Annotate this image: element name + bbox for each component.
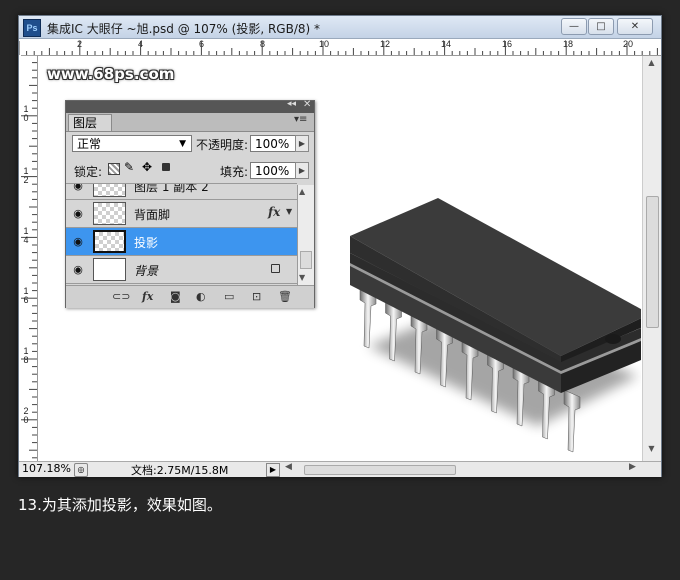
close-panel-icon[interactable]: ✕ — [303, 99, 311, 110]
ruler-ticks — [19, 41, 658, 55]
lock-transparency-icon[interactable] — [108, 163, 120, 175]
title-bar[interactable]: Ps 集成IC 大眼仔 ~旭.psd @ 107% (投影, RGB/8) * … — [19, 16, 661, 39]
watermark-logo: www.68ps.com — [47, 65, 175, 83]
lock-all-icon[interactable] — [162, 163, 170, 171]
layers-bottom-toolbar: ⊂⊃ fx ◙ ◐ ▭ ⊡ 🗑 — [66, 285, 314, 308]
layer-row[interactable]: ◉ 图层 1 副本 2 — [66, 183, 297, 200]
minimize-button[interactable]: — — [561, 18, 587, 35]
fill-label: 填充: — [220, 165, 249, 179]
visibility-eye-icon[interactable]: ◉ — [69, 204, 87, 224]
panel-tab-bar: 图层 ▾≡ — [66, 113, 314, 132]
panel-menu-icon[interactable]: ▾≡ — [294, 114, 307, 125]
vertical-ruler[interactable]: 10 12 14 16 18 20 — [19, 55, 38, 461]
scroll-down-arrow-icon[interactable]: ▼ — [645, 444, 658, 457]
layers-scrollbar[interactable]: ▲ ▼ — [297, 185, 314, 285]
delete-layer-trash-icon[interactable]: 🗑 — [278, 290, 292, 304]
layer-thumbnail — [93, 258, 126, 281]
opacity-input[interactable]: 100% — [250, 135, 296, 152]
scroll-up-arrow-icon[interactable]: ▲ — [299, 187, 305, 196]
collapse-panel-icon[interactable]: ◂◂ — [287, 99, 296, 109]
opacity-slider-arrow-icon[interactable]: ▶ — [295, 135, 309, 152]
scroll-up-arrow-icon[interactable]: ▲ — [645, 58, 658, 71]
add-style-fx-icon[interactable]: fx — [142, 290, 153, 304]
layers-list: ◉ 图层 1 副本 2 ◉ 背面脚 fx ▼ ◉ 投影 ◉ 背景 — [66, 183, 297, 286]
lock-image-brush-icon[interactable]: ✎ — [124, 160, 134, 174]
expand-effects-chevron-icon[interactable]: ▼ — [286, 207, 292, 216]
layer-lock-icon — [271, 264, 280, 273]
ruler-label: 12 — [23, 166, 29, 185]
status-options-icon[interactable]: ◎ — [74, 463, 88, 477]
scroll-down-arrow-icon[interactable]: ▼ — [299, 273, 305, 282]
ruler-label: 16 — [23, 286, 29, 305]
maximize-button[interactable]: □ — [588, 18, 614, 35]
zoom-level[interactable]: 107.18% — [22, 462, 71, 475]
link-layers-icon[interactable]: ⊂⊃ — [112, 290, 130, 304]
new-layer-icon[interactable]: ⊡ — [252, 290, 261, 304]
scroll-left-arrow-icon[interactable]: ◀ — [285, 462, 292, 472]
ruler-label: 18 — [23, 346, 29, 365]
document-title: 集成IC 大眼仔 ~旭.psd @ 107% (投影, RGB/8) * — [47, 22, 321, 36]
close-button[interactable]: ✕ — [617, 18, 653, 35]
layer-name: 图层 1 副本 2 — [134, 183, 209, 194]
layer-row-selected[interactable]: ◉ 投影 — [66, 228, 297, 256]
layer-thumbnail — [93, 202, 126, 225]
visibility-eye-icon[interactable]: ◉ — [69, 184, 87, 196]
lock-position-move-icon[interactable]: ✥ — [142, 160, 152, 174]
layer-row[interactable]: ◉ 背面脚 fx ▼ — [66, 200, 297, 228]
add-mask-icon[interactable]: ◙ — [170, 290, 181, 304]
horizontal-ruler[interactable]: 2 4 6 8 10 12 14 16 18 20 — [19, 39, 661, 56]
visibility-eye-icon[interactable]: ◉ — [69, 260, 87, 280]
layer-row[interactable]: ◉ 背景 — [66, 256, 297, 284]
visibility-eye-icon[interactable]: ◉ — [69, 232, 87, 252]
vertical-scrollbar[interactable]: ▲ ▼ — [642, 56, 661, 461]
layer-name: 背景 — [134, 264, 159, 278]
fill-slider-arrow-icon[interactable]: ▶ — [295, 162, 309, 179]
photoshop-app-icon: Ps — [23, 19, 41, 37]
horizontal-scroll-thumb[interactable] — [304, 465, 456, 475]
layers-scroll-thumb[interactable] — [300, 251, 312, 269]
panel-header-bar[interactable]: ◂◂ ✕ — [66, 99, 314, 113]
layer-name: 投影 — [134, 236, 159, 250]
document-size-info: 文档:2.75M/15.8M — [131, 464, 229, 477]
status-bar: 107.18% ◎ 文档:2.75M/15.8M ▶ ◀ ▶ — [19, 461, 661, 477]
status-menu-arrow-icon[interactable]: ▶ — [266, 463, 280, 477]
ruler-label: 20 — [23, 406, 29, 425]
tab-layers[interactable]: 图层 — [68, 114, 112, 131]
vertical-scroll-thumb[interactable] — [646, 196, 659, 328]
layer-effects-fx-icon[interactable]: fx — [268, 205, 280, 219]
layers-panel: ◂◂ ✕ 图层 ▾≡ 正常 ▼ 不透明度: 100% ▶ 锁定: ✎ ✥ 填充:… — [65, 99, 315, 308]
scroll-right-arrow-icon[interactable]: ▶ — [629, 462, 636, 472]
fill-input[interactable]: 100% — [250, 162, 296, 179]
ruler-label: 14 — [23, 226, 29, 245]
blend-mode-select[interactable]: 正常 ▼ — [72, 135, 192, 152]
opacity-label: 不透明度: — [196, 138, 249, 152]
layer-name: 背面脚 — [134, 208, 171, 222]
new-group-folder-icon[interactable]: ▭ — [224, 290, 234, 304]
adjustment-layer-icon[interactable]: ◐ — [196, 290, 206, 304]
layer-thumbnail — [93, 184, 126, 197]
chevron-down-icon: ▼ — [179, 139, 186, 149]
lock-label: 锁定: — [74, 165, 103, 179]
blend-mode-value: 正常 — [77, 137, 102, 151]
layer-thumbnail — [93, 230, 126, 253]
tutorial-caption: 13.为其添加投影，效果如图。 — [18, 496, 222, 514]
ruler-label: 10 — [23, 104, 29, 123]
